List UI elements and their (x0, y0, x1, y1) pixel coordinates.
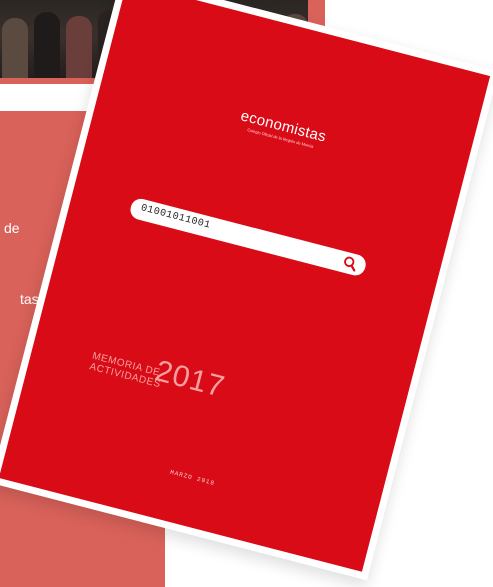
year: 2017 (151, 354, 229, 404)
search-value: 01001011001 (139, 203, 212, 232)
search-bar[interactable]: 01001011001 (128, 196, 368, 278)
cover-page: economistas Colegio Oficial de la Región… (0, 0, 491, 572)
search-icon[interactable] (341, 254, 359, 272)
report-cover: economistas Colegio Oficial de la Región… (0, 0, 491, 572)
logo: economistas (238, 107, 328, 146)
background-text-1: de (4, 220, 20, 236)
logo-subtitle: Colegio Oficial de la Región de Murcia (246, 127, 314, 150)
